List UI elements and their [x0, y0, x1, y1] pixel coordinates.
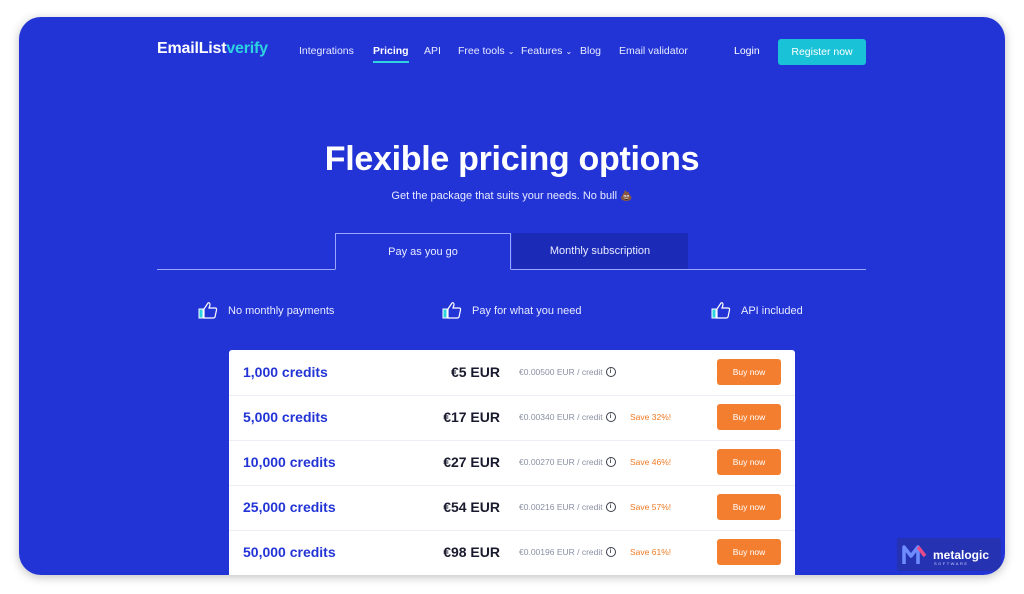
info-icon[interactable]: i [605, 502, 616, 512]
nav-link-features[interactable]: Features ⌄ [521, 45, 572, 57]
price-label: €54 EUR [443, 499, 500, 515]
per-credit-text: €0.00270 EUR / credit [519, 457, 603, 467]
thumbs-up-icon [198, 302, 218, 319]
chevron-down-icon: ⌄ [507, 47, 515, 56]
login-link[interactable]: Login [734, 45, 760, 57]
feature-api-included: API included [711, 301, 803, 320]
pricing-table: 1,000 credits €5 EUR €0.00500 EUR / cred… [229, 350, 795, 575]
page-title: Flexible pricing options [324, 140, 700, 178]
nav-link-api[interactable]: API [424, 45, 441, 57]
metalogic-watermark: metalogic SOFTWARE [897, 538, 1001, 571]
feature-label: API included [741, 304, 803, 317]
tab-pay-as-you-go[interactable]: Pay as you go [335, 233, 511, 270]
price-label: €5 EUR [450, 364, 500, 380]
pricing-row: 5,000 credits €17 EUR €0.00340 EUR / cre… [229, 395, 795, 441]
credits-label: 50,000 credits [243, 544, 336, 560]
pricing-row: 1,000 credits €5 EUR €0.00500 EUR / cred… [229, 350, 795, 396]
register-button[interactable]: Register now [778, 39, 866, 65]
feature-no-monthly-payments: No monthly payments [198, 301, 334, 320]
logo-text-primary: EmailList [157, 40, 227, 57]
info-icon[interactable]: i [605, 367, 616, 377]
per-credit-label: €0.00500 EUR / credit i [519, 367, 616, 377]
nav-link-pricing[interactable]: Pricing [373, 45, 409, 63]
per-credit-text: €0.00500 EUR / credit [519, 367, 603, 377]
pricing-row: 50,000 credits €98 EUR €0.00196 EUR / cr… [229, 530, 795, 575]
nav-link-features-label: Features [521, 45, 563, 57]
info-icon[interactable]: i [605, 412, 616, 422]
feature-label: Pay for what you need [472, 304, 582, 317]
per-credit-text: €0.00196 EUR / credit [519, 547, 603, 557]
credits-label: 5,000 credits [243, 409, 328, 425]
price-label: €27 EUR [443, 454, 500, 470]
per-credit-text: €0.00340 EUR / credit [519, 412, 603, 422]
per-credit-label: €0.00216 EUR / credit i [519, 502, 616, 512]
price-label: €17 EUR [443, 409, 500, 425]
logo[interactable]: EmailListverify [157, 40, 268, 58]
buy-now-button[interactable]: Buy now [717, 539, 781, 565]
credits-label: 25,000 credits [243, 499, 336, 515]
pricing-row: 10,000 credits €27 EUR €0.00270 EUR / cr… [229, 440, 795, 486]
chevron-down-icon: ⌄ [565, 47, 573, 56]
buy-now-button[interactable]: Buy now [717, 359, 781, 385]
save-label: Save 57%! [630, 502, 672, 512]
page-subtitle-text: Get the package that suits your needs. N… [391, 190, 618, 202]
pricing-row: 25,000 credits €54 EUR €0.00216 EUR / cr… [229, 485, 795, 531]
nav-link-free-tools[interactable]: Free tools ⌄ [458, 45, 514, 57]
save-label: Save 61%! [630, 547, 672, 557]
logo-text-accent: verify [226, 40, 268, 57]
metalogic-logo-icon [902, 544, 927, 564]
page-subtitle: Get the package that suits your needs. N… [19, 190, 1005, 202]
thumbs-up-icon [442, 302, 462, 319]
feature-label: No monthly payments [228, 304, 335, 317]
price-label: €98 EUR [443, 544, 500, 560]
tab-divider [157, 269, 866, 270]
save-label: Save 32%! [630, 412, 672, 422]
info-icon[interactable]: i [605, 457, 616, 467]
per-credit-label: €0.00270 EUR / credit i [519, 457, 616, 467]
watermark-tagline: SOFTWARE [934, 561, 969, 566]
save-label: Save 46%! [630, 457, 672, 467]
credits-label: 10,000 credits [243, 454, 336, 470]
poop-emoji-icon: 💩 [620, 191, 633, 202]
per-credit-text: €0.00216 EUR / credit [519, 502, 603, 512]
per-credit-label: €0.00340 EUR / credit i [519, 412, 616, 422]
nav-link-blog[interactable]: Blog [580, 45, 601, 57]
buy-now-button[interactable]: Buy now [717, 449, 781, 475]
top-nav: EmailListverify Integrations Pricing API… [19, 17, 1005, 87]
page-frame: EmailListverify Integrations Pricing API… [19, 17, 1005, 575]
nav-link-integrations[interactable]: Integrations [299, 45, 354, 57]
watermark-name: metalogic [933, 547, 990, 562]
credits-label: 1,000 credits [243, 364, 328, 380]
info-icon[interactable]: i [605, 547, 616, 557]
nav-link-free-tools-label: Free tools [458, 45, 505, 57]
nav-link-email-validator[interactable]: Email validator [619, 45, 688, 57]
tab-monthly-subscription[interactable]: Monthly subscription [512, 233, 688, 269]
buy-now-button[interactable]: Buy now [717, 494, 781, 520]
buy-now-button[interactable]: Buy now [717, 404, 781, 430]
feature-pay-for-what-you-need: Pay for what you need [442, 301, 581, 320]
thumbs-up-icon [711, 302, 731, 319]
per-credit-label: €0.00196 EUR / credit i [519, 547, 616, 557]
